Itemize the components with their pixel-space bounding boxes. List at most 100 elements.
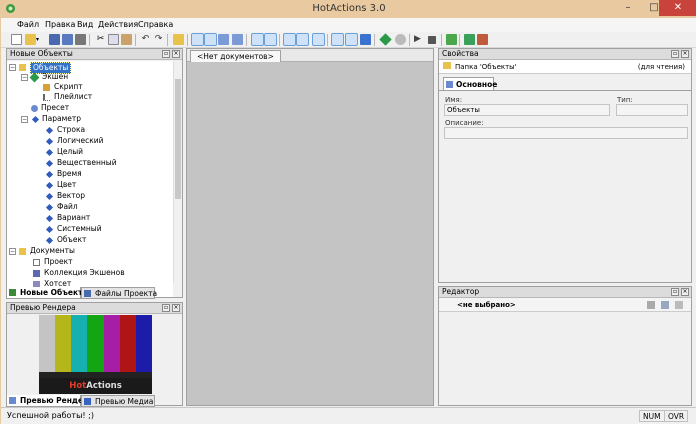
tab-main[interactable]: Основное [443, 77, 497, 91]
editor-folder-icon[interactable] [675, 301, 683, 309]
minimize-button[interactable]: – [615, 0, 641, 16]
tree-item-object[interactable]: Объект [45, 235, 167, 245]
properties-icon[interactable] [251, 33, 264, 46]
tree-label[interactable]: Целый [57, 147, 83, 157]
tree-label[interactable]: Вариант [57, 213, 90, 223]
panel-close-button[interactable]: × [681, 50, 689, 58]
layout-3-icon[interactable] [218, 34, 229, 45]
tab-project-files[interactable]: Файлы Проекта [81, 287, 157, 299]
menu-actions[interactable]: Действия [98, 20, 138, 29]
editor-new-icon[interactable] [647, 301, 655, 309]
dropdown-arrow-icon[interactable]: ▾ [36, 34, 42, 45]
play-icon[interactable]: ▶ [414, 34, 425, 45]
tree-item-parameter[interactable]: − Параметр [21, 114, 161, 124]
tree-label[interactable]: Параметр [42, 114, 81, 124]
editor-save-icon[interactable] [661, 301, 669, 309]
close-window-button[interactable]: ✕ [659, 0, 696, 16]
tree-item-playlist[interactable]: Плейлист [43, 92, 163, 102]
tree-label[interactable]: Системный [57, 224, 102, 234]
tree-label[interactable]: Цвет [57, 180, 76, 190]
collapse-icon[interactable]: − [21, 115, 28, 123]
tree-item-action-collection[interactable]: Коллекция Экшенов [33, 268, 163, 278]
panel-float-button[interactable]: ▫ [162, 304, 170, 312]
undo-icon[interactable]: ↶ [140, 34, 151, 45]
tab-media-preview[interactable]: Превью Медиа [81, 395, 155, 407]
panel-right-icon[interactable] [296, 33, 309, 46]
open-folder-icon[interactable] [25, 34, 36, 45]
panel-float-button[interactable]: ▫ [671, 50, 679, 58]
print-icon[interactable] [75, 34, 86, 45]
tree-item-project[interactable]: Проект [33, 257, 163, 267]
editor-icon[interactable] [264, 33, 277, 46]
tree-item-objects[interactable]: − Объекты [9, 62, 159, 74]
tree-label[interactable]: Плейлист [54, 92, 92, 102]
collapse-icon[interactable]: − [21, 73, 28, 81]
image-icon[interactable] [464, 34, 475, 45]
tree-label[interactable]: Проект [44, 257, 73, 267]
save-all-icon[interactable] [62, 34, 73, 45]
tree-label[interactable]: Экшен [42, 72, 68, 82]
name-field[interactable]: Объекты [444, 104, 610, 116]
tree-label[interactable]: Время [57, 169, 82, 179]
tree-label[interactable]: Вещественный [57, 158, 117, 168]
tree-item-string[interactable]: Строка [45, 125, 167, 135]
tree-item-float[interactable]: Вещественный [45, 158, 167, 168]
tab-new-objects[interactable]: Новые Объекты [6, 287, 89, 299]
tree-item-time[interactable]: Время [45, 169, 167, 179]
view-2-icon[interactable] [345, 33, 358, 46]
tree-item-integer[interactable]: Целый [45, 147, 167, 157]
tree-label[interactable]: Пресет [41, 103, 69, 113]
tree-label[interactable]: Файл [57, 202, 78, 212]
save-icon[interactable] [49, 34, 60, 45]
tree-item-color[interactable]: Цвет [45, 180, 167, 190]
folder-icon[interactable] [173, 34, 184, 45]
tools-icon[interactable] [477, 34, 488, 45]
tree-scrollbar[interactable] [173, 61, 182, 283]
tree-item-variant[interactable]: Вариант [45, 213, 167, 223]
tree-item-script[interactable]: Скрипт [43, 82, 163, 92]
tree-label[interactable]: Вектор [57, 191, 85, 201]
tree-item-system[interactable]: Системный [45, 224, 167, 234]
collapse-icon[interactable]: − [9, 63, 16, 71]
tree-item-boolean[interactable]: Логический [45, 136, 167, 146]
layout-4-icon[interactable] [232, 34, 243, 45]
panel-grid-icon[interactable] [312, 33, 325, 46]
panel-close-button[interactable]: × [172, 50, 180, 58]
menu-edit[interactable]: Правка [45, 20, 75, 29]
panel-close-button[interactable]: × [681, 288, 689, 296]
menu-view[interactable]: Вид [77, 20, 93, 29]
type-field[interactable] [616, 104, 688, 116]
cut-icon[interactable]: ✂ [95, 34, 106, 45]
layout-1-icon[interactable] [191, 33, 204, 46]
new-icon[interactable] [11, 34, 22, 45]
description-field[interactable] [444, 127, 688, 139]
tree-label[interactable]: Логический [57, 136, 104, 146]
collapse-icon[interactable]: − [9, 247, 16, 255]
menu-file[interactable]: Файл [17, 20, 39, 29]
redo-icon[interactable]: ↷ [153, 34, 164, 45]
menu-help[interactable]: Справка [138, 20, 173, 29]
tree-scrollbar-thumb[interactable] [175, 79, 181, 199]
panel-float-button[interactable]: ▫ [671, 288, 679, 296]
tree-label[interactable]: Коллекция Экшенов [44, 268, 125, 278]
tree-item-vector[interactable]: Вектор [45, 191, 167, 201]
tree-label[interactable]: Строка [57, 125, 85, 135]
layout-2-icon[interactable] [204, 33, 217, 46]
panel-left-icon[interactable] [283, 33, 296, 46]
tree-item-action[interactable]: − Экшен [21, 72, 161, 82]
paste-icon[interactable] [121, 34, 132, 45]
tree-label[interactable]: Объект [57, 235, 86, 245]
panel-close-button[interactable]: × [172, 304, 180, 312]
add-icon[interactable] [395, 34, 406, 45]
tree-label[interactable]: Скрипт [54, 82, 83, 92]
tab-render-preview[interactable]: Превью Рендера [6, 395, 93, 407]
chart-icon[interactable] [446, 34, 457, 45]
action-diamond-icon[interactable] [379, 33, 392, 46]
view-3-icon[interactable] [360, 34, 371, 45]
stop-icon[interactable] [428, 36, 436, 44]
document-tab[interactable]: <Нет документов> [190, 50, 281, 62]
tree-label[interactable]: Документы [30, 246, 75, 256]
tree-item-documents[interactable]: − Документы [9, 246, 159, 256]
tree-item-preset[interactable]: Пресет [31, 103, 161, 113]
view-1-icon[interactable] [331, 33, 344, 46]
